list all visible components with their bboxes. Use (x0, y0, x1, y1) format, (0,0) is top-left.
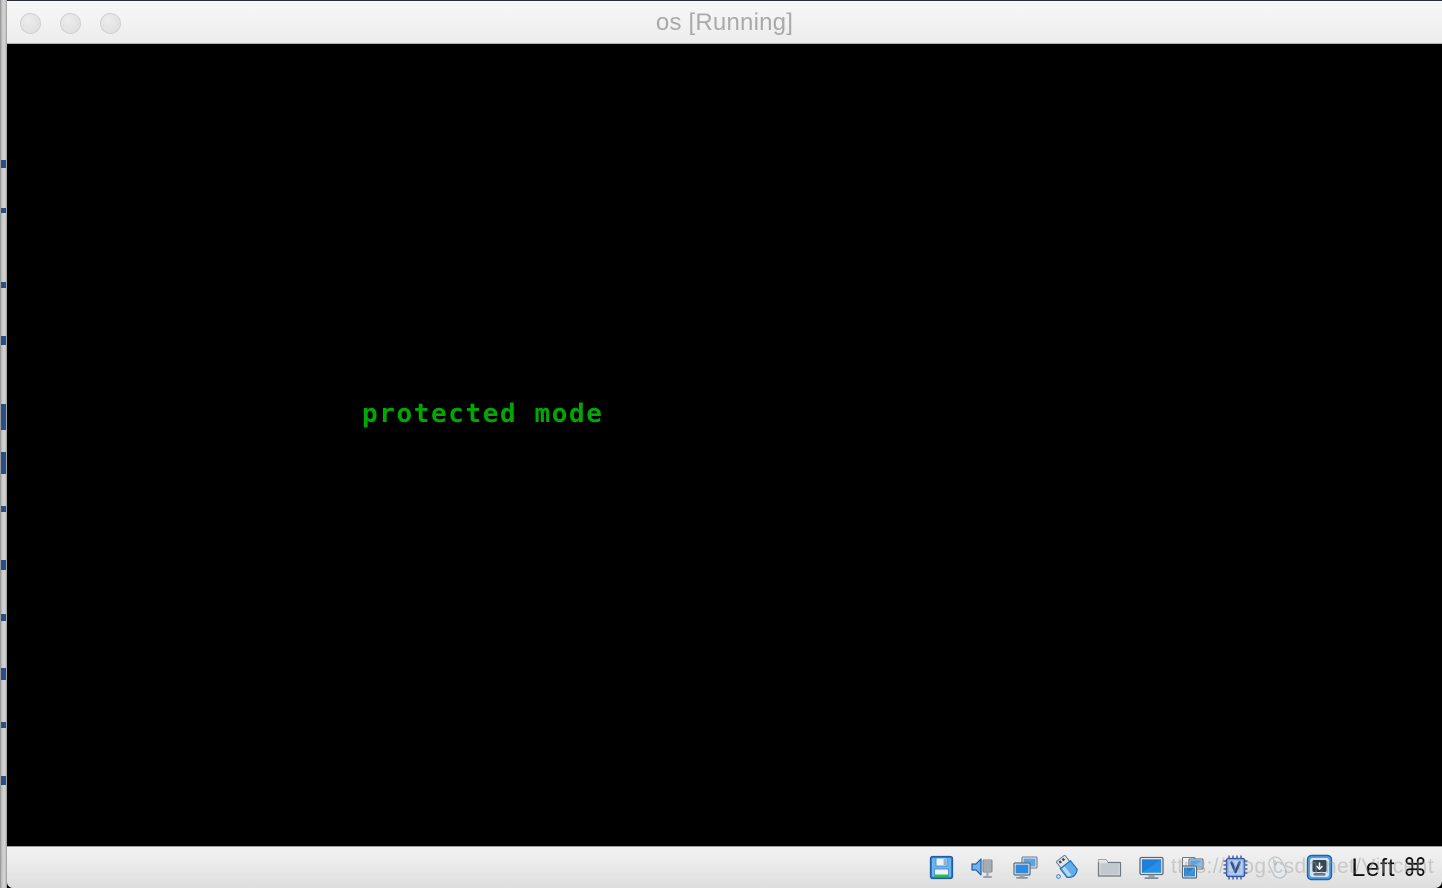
hard-disk-icon[interactable] (928, 854, 955, 881)
remote-display-icon[interactable] (1180, 854, 1207, 881)
background-window-fleck (1, 208, 6, 213)
background-window-fleck (1, 452, 6, 474)
shared-folders-icon[interactable] (1096, 854, 1123, 881)
display-icon[interactable] (1138, 854, 1165, 881)
background-window-fleck (1, 722, 6, 728)
background-window-fleck (1, 404, 6, 430)
background-window-fleck (1, 336, 6, 345)
background-window-fleck (1, 776, 6, 785)
mouse-icon[interactable] (1264, 854, 1291, 881)
keyboard-capture-icon[interactable] (1306, 854, 1333, 881)
background-window-fleck (1, 560, 6, 570)
background-window-fleck (1, 614, 6, 621)
window-title: os [Running] (655, 9, 794, 36)
host-key-label: Left ⌘ (1351, 853, 1428, 882)
console-output-text: protected mode (362, 399, 604, 429)
audio-icon[interactable] (970, 854, 997, 881)
background-window-fleck (1, 506, 6, 512)
usb-icon[interactable] (1054, 854, 1081, 881)
title-bar[interactable]: os [Running] (7, 0, 1442, 44)
cpu-icon[interactable] (1222, 854, 1249, 881)
background-window-fleck (1, 282, 6, 288)
virtualbox-vm-window: os [Running] protected mode Left ⌘ ttps:… (0, 0, 1442, 888)
background-window-strip (0, 0, 7, 888)
guest-screen[interactable]: protected mode (7, 44, 1442, 846)
status-bar: Left ⌘ (7, 846, 1442, 888)
network-icon[interactable] (1012, 854, 1039, 881)
background-window-fleck (1, 160, 6, 168)
status-indicator-group: Left ⌘ (928, 847, 1434, 888)
background-window-fleck (1, 668, 6, 680)
